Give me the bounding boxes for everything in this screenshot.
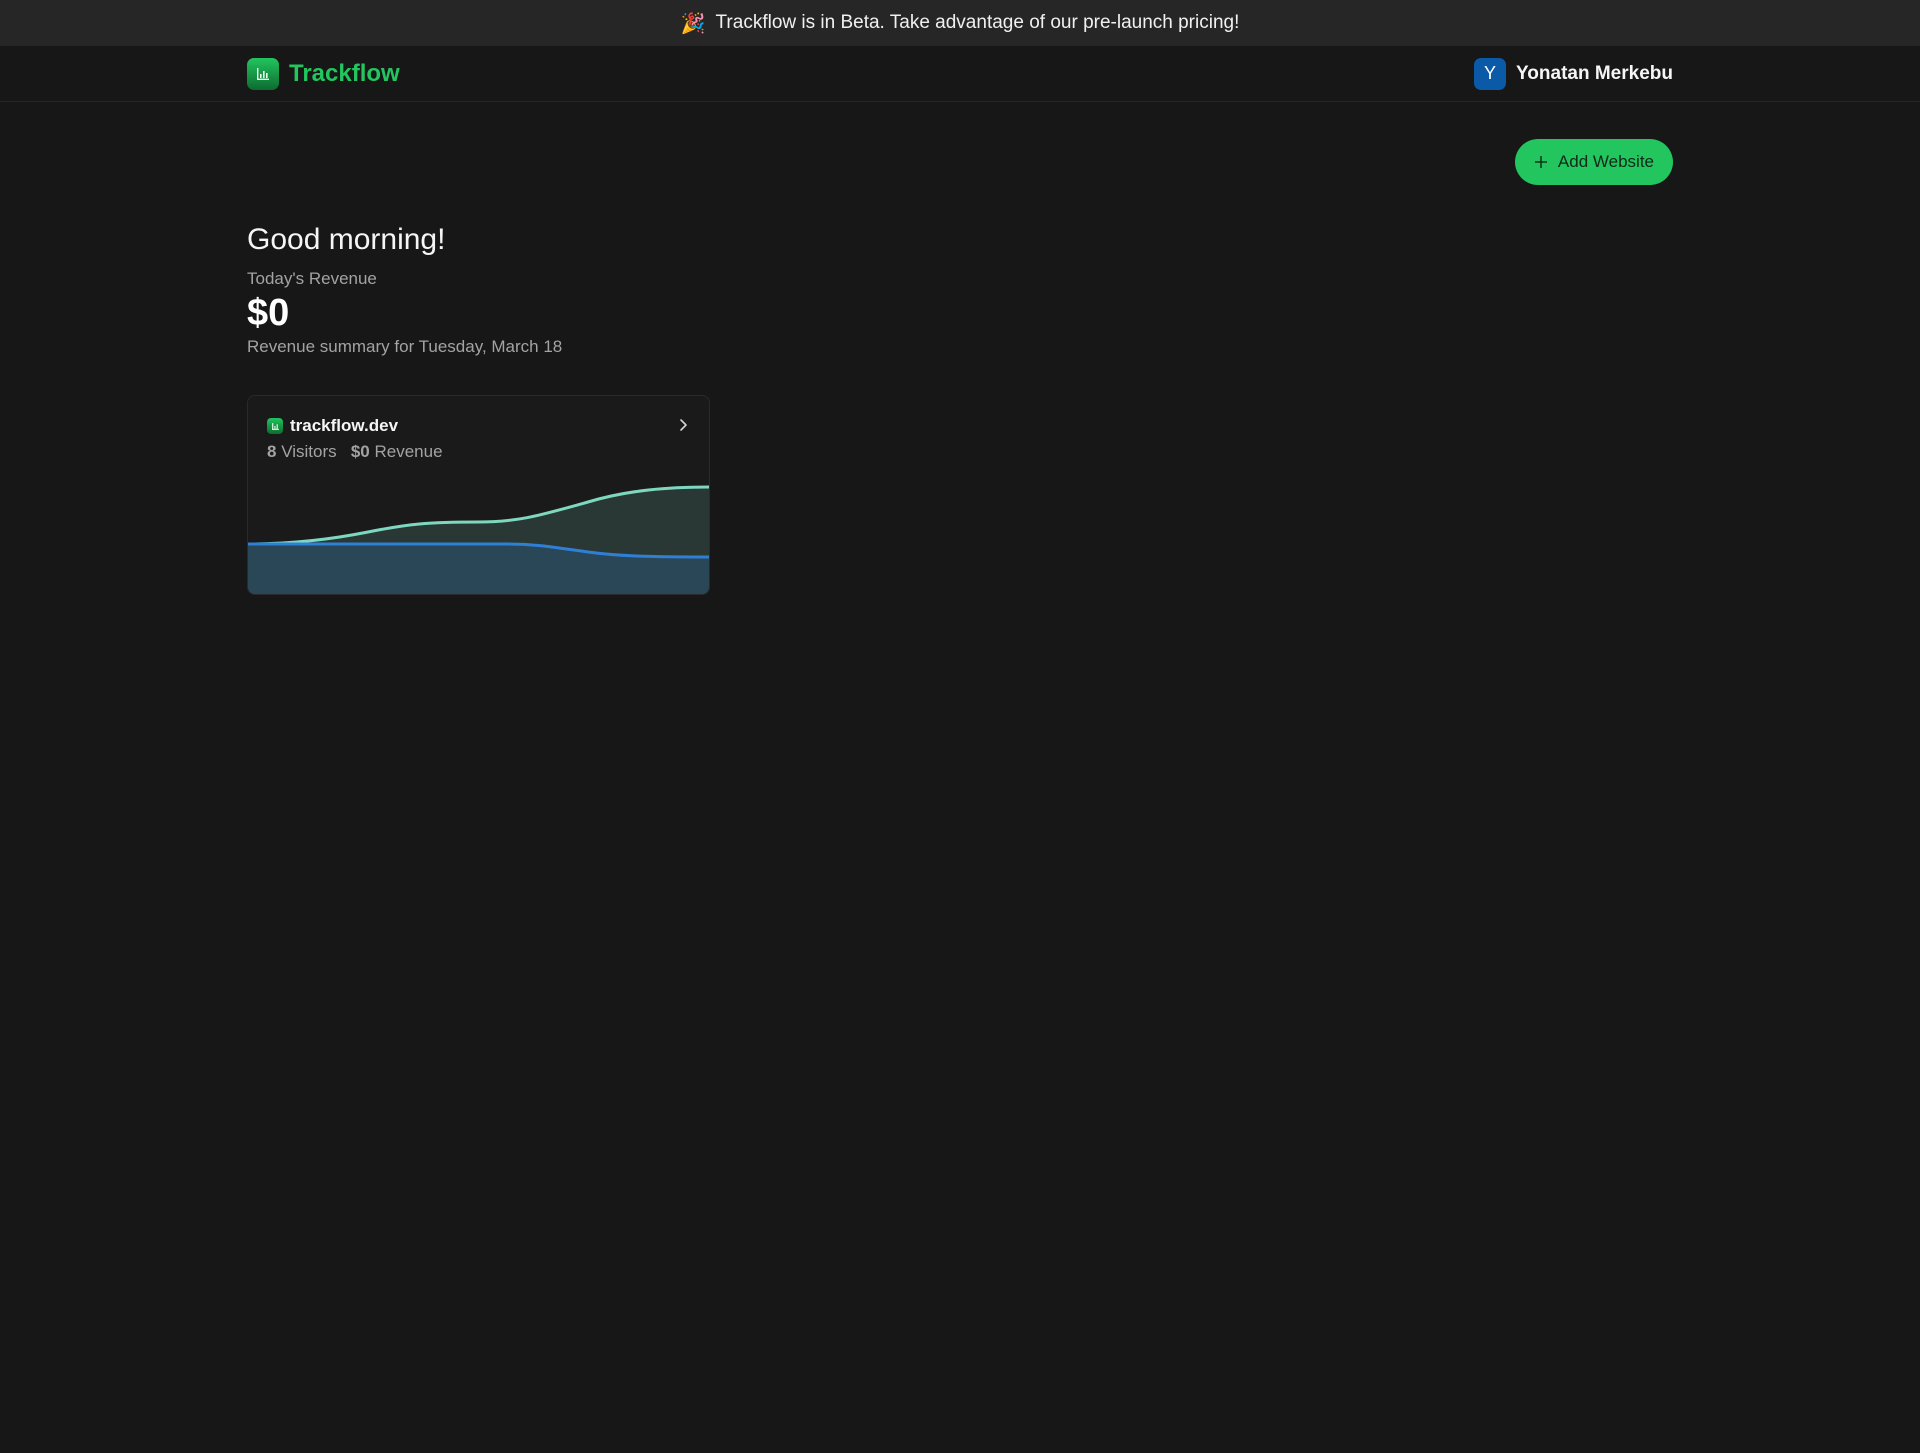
brand-link[interactable]: Trackflow bbox=[247, 57, 400, 90]
avatar: Y bbox=[1474, 57, 1507, 90]
main-content: Add Website Good morning! Today's Revenu… bbox=[0, 102, 1920, 595]
site-stats: 8 Visitors $0 Revenue bbox=[267, 442, 443, 462]
party-icon: 🎉 bbox=[680, 12, 706, 35]
site-revenue-label: Revenue bbox=[374, 442, 443, 461]
revenue-value: $0 bbox=[247, 292, 290, 334]
site-card-header: trackflow.dev 8 Visitors $0 Revenue bbox=[267, 416, 690, 462]
visitors-count: 8 bbox=[267, 442, 277, 461]
site-title-row: trackflow.dev bbox=[267, 416, 443, 436]
user-name: Yonatan Merkebu bbox=[1516, 62, 1673, 84]
actions-bar: Add Website bbox=[247, 139, 1673, 185]
greeting: Good morning! bbox=[247, 223, 446, 256]
revenue-label: Today's Revenue bbox=[247, 269, 377, 288]
plus-icon bbox=[1534, 151, 1548, 173]
add-website-label: Add Website bbox=[1557, 152, 1654, 171]
user-menu[interactable]: Y Yonatan Merkebu bbox=[1474, 57, 1673, 90]
site-sparkline-chart bbox=[248, 485, 709, 594]
site-card[interactable]: trackflow.dev 8 Visitors $0 Revenue bbox=[247, 395, 710, 595]
site-domain: trackflow.dev bbox=[290, 416, 399, 435]
revenue-summary: Revenue summary for Tuesday, March 18 bbox=[247, 337, 563, 356]
site-favicon-icon bbox=[267, 418, 283, 434]
bar-chart-icon bbox=[247, 57, 279, 90]
visitors-label: Visitors bbox=[281, 442, 337, 461]
add-website-button[interactable]: Add Website bbox=[1514, 139, 1673, 185]
banner-text: Trackflow is in Beta. Take advantage of … bbox=[715, 12, 1240, 33]
site-revenue-value: $0 bbox=[350, 442, 370, 461]
brand-name: Trackflow bbox=[289, 59, 400, 87]
beta-banner: 🎉 Trackflow is in Beta. Take advantage o… bbox=[0, 0, 1920, 46]
top-nav: Trackflow Y Yonatan Merkebu bbox=[0, 46, 1920, 102]
chevron-right-icon[interactable] bbox=[676, 418, 690, 437]
site-info: trackflow.dev 8 Visitors $0 Revenue bbox=[267, 416, 443, 462]
